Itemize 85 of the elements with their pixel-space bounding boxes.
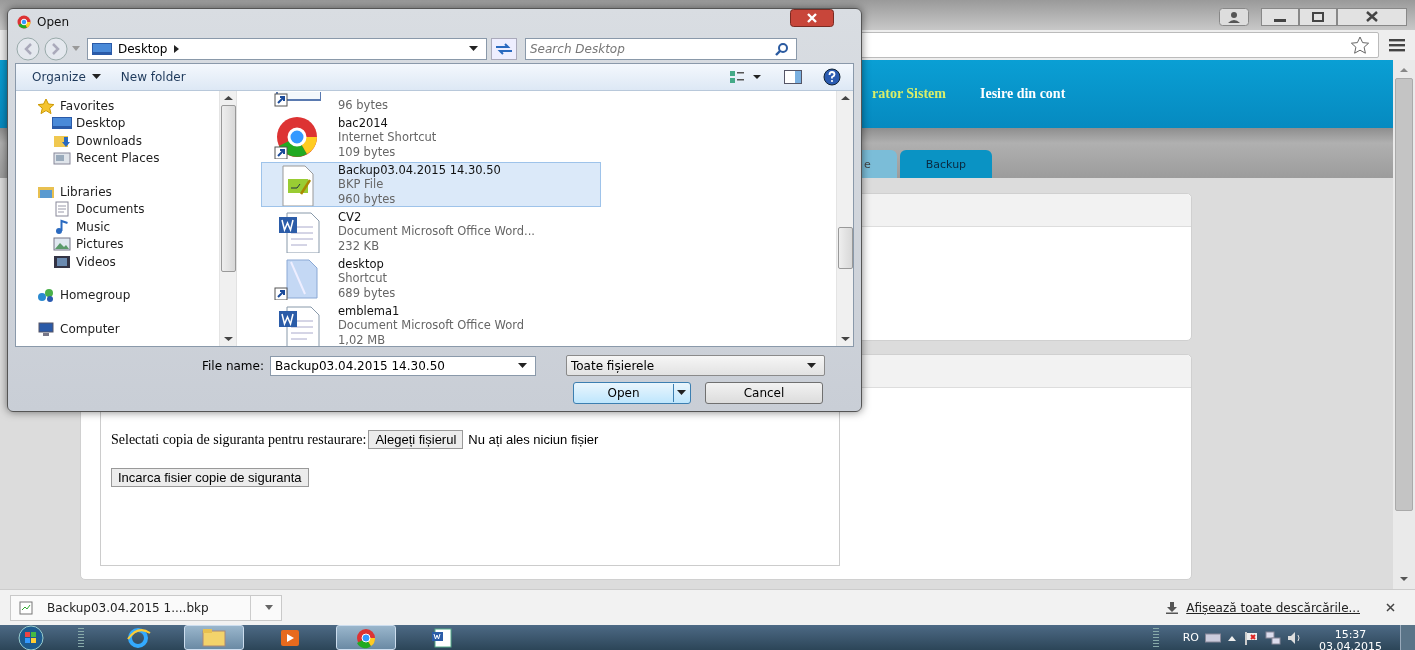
close-icon[interactable] — [1386, 603, 1395, 612]
caret-icon[interactable] — [517, 362, 527, 369]
circle-logo-icon[interactable] — [336, 625, 396, 650]
close-button[interactable] — [1337, 8, 1407, 26]
volume-icon[interactable] — [1287, 630, 1303, 645]
picture-icon — [52, 236, 72, 253]
caret-icon[interactable] — [469, 45, 478, 52]
recent-places-icon — [52, 150, 72, 167]
flag-icon[interactable] — [1243, 629, 1259, 646]
help-icon[interactable] — [823, 68, 841, 86]
scroll-up-icon[interactable] — [223, 95, 233, 101]
download-icon — [1166, 601, 1179, 614]
nav-item[interactable]: Desktop — [16, 114, 219, 132]
file-item[interactable]: desktop Shortcut 689 bytes — [261, 256, 601, 301]
scrollbar-thumb[interactable] — [1395, 78, 1413, 511]
file-name-label: File name: — [202, 358, 264, 373]
language-indicator[interactable]: RO — [1182, 631, 1199, 644]
file-name-field[interactable]: Backup03.04.2015 14.30.50 — [269, 355, 536, 376]
file-item[interactable]: bac2014 Internet Shortcut 109 bytes — [261, 115, 601, 160]
profile-icon[interactable] — [1219, 8, 1249, 26]
nav-item[interactable]: Pictures — [16, 235, 219, 253]
scrollbar-thumb[interactable] — [837, 227, 853, 269]
menu-icon[interactable] — [1389, 38, 1405, 52]
file-item[interactable]: 96 bytes — [261, 91, 601, 113]
search-field[interactable]: Search Desktop — [525, 37, 797, 60]
choose-file-button[interactable]: Alegeți fișierul — [368, 430, 464, 449]
scroll-down-icon[interactable] — [1399, 575, 1409, 583]
nav-item[interactable]: Libraries — [16, 183, 219, 201]
keyboard-icon[interactable] — [1205, 632, 1221, 643]
scrollbar[interactable] — [1393, 60, 1415, 589]
dialog-title: Open — [37, 14, 70, 29]
file-item[interactable]: CV2 Document Microsoft Office Word... 232 KB — [261, 209, 601, 254]
scroll-down-icon[interactable] — [223, 336, 233, 342]
film-icon — [52, 253, 72, 270]
prompt-text: Selectati copia de siguranta pentru restaurare: — [111, 431, 367, 448]
homegroup-icon — [36, 287, 56, 304]
restore-button[interactable] — [1299, 8, 1337, 26]
breadcrumb-bar[interactable]: Desktop — [87, 37, 487, 60]
show-all-downloads-link[interactable]: Afișează toate descărcările... — [1186, 600, 1360, 615]
star-icon — [36, 97, 56, 114]
upload-button[interactable]: Incarca fisier copie de siguranta — [111, 468, 309, 487]
caret-icon — [91, 74, 101, 80]
file-status-text: Nu ați ales niciun fișier — [468, 432, 599, 447]
computer-icon — [36, 320, 56, 337]
nav-item[interactable]: Computer — [16, 320, 219, 338]
minimize-button[interactable] — [1261, 8, 1299, 26]
scroll-up-icon[interactable] — [840, 95, 850, 101]
scrollbar[interactable] — [219, 91, 236, 346]
file-icon — [19, 600, 33, 615]
scroll-down-icon[interactable] — [840, 336, 850, 342]
caret-icon[interactable] — [806, 362, 816, 369]
download-item[interactable]: Backup03.04.2015 1....bkp — [10, 594, 282, 621]
desktop-icon — [92, 42, 112, 55]
desktop-icon — [52, 115, 72, 132]
scrollbar-thumb[interactable] — [220, 105, 236, 272]
clock[interactable]: 15:37 03.04.2015 — [1319, 628, 1382, 650]
star-icon[interactable] — [1350, 36, 1370, 54]
nav-item[interactable]: Videos — [16, 253, 219, 271]
file-item[interactable]: emblema1 Document Microsoft Office Word 1,02 MB — [261, 303, 601, 346]
view-options-icon[interactable] — [729, 69, 763, 85]
new-folder-button[interactable]: New folder — [120, 70, 186, 84]
search-icon — [775, 41, 789, 56]
nav-item[interactable]: Documents — [16, 200, 219, 218]
refresh-icon[interactable] — [491, 37, 517, 60]
nav-item[interactable]: Favorites — [16, 97, 219, 115]
organize-button[interactable]: Organize — [32, 70, 101, 84]
nav-item[interactable]: Recent Places — [16, 149, 219, 167]
nav-item[interactable]: Music — [16, 218, 219, 236]
caret-icon[interactable] — [677, 390, 686, 396]
scrollbar[interactable] — [836, 91, 853, 346]
folder-icon[interactable] — [184, 625, 244, 650]
close-button[interactable] — [790, 9, 834, 27]
tab[interactable]: Backup — [899, 150, 993, 178]
cancel-button[interactable]: Cancel — [705, 382, 823, 404]
document-icon — [52, 201, 72, 218]
network-icon[interactable] — [1265, 629, 1281, 646]
shortcut-icon — [273, 257, 321, 300]
file-type-dropdown[interactable]: Toate fișierele — [565, 355, 825, 376]
app-logo-icon — [17, 14, 31, 29]
file-item[interactable]: Backup03.04.2015 14.30.50 BKP File 960 bytes — [261, 162, 601, 207]
chevron-icon — [173, 44, 180, 53]
preview-pane-icon[interactable] — [783, 69, 803, 85]
nav-item[interactable]: Downloads — [16, 132, 219, 150]
open-button[interactable]: Open — [573, 382, 691, 404]
nav-item[interactable]: Homegroup — [16, 286, 219, 304]
